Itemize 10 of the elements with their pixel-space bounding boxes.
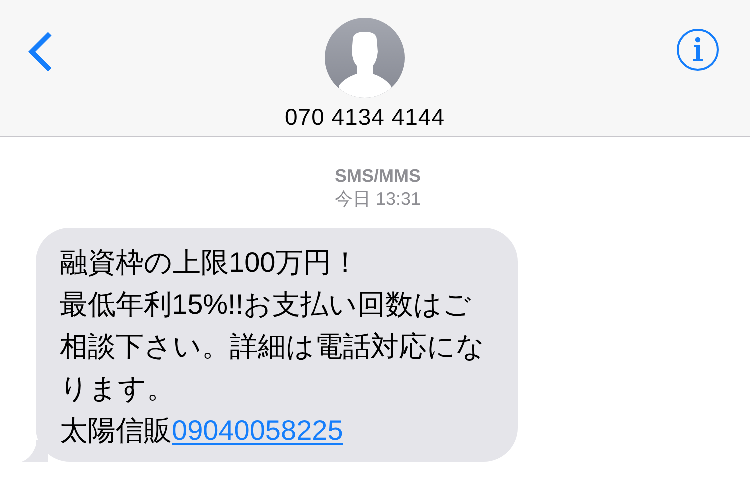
contact-number: 070 4134 4144	[285, 104, 445, 131]
avatar-icon	[325, 18, 405, 98]
message-time: 今日 13:31	[334, 188, 422, 211]
service-label: SMS/MMS	[334, 165, 421, 187]
info-icon[interactable]	[676, 28, 720, 72]
message-text: 太陽信販09040058225	[60, 414, 344, 448]
message-text: 最低年利15%!!お支払い回数はご相談下さい。詳細は電話対応になります。	[60, 288, 486, 406]
message-text: 融資枠の上限100万円！	[60, 246, 361, 280]
phone-link[interactable]: 09040058225	[172, 415, 344, 446]
back-icon[interactable]	[26, 30, 54, 74]
